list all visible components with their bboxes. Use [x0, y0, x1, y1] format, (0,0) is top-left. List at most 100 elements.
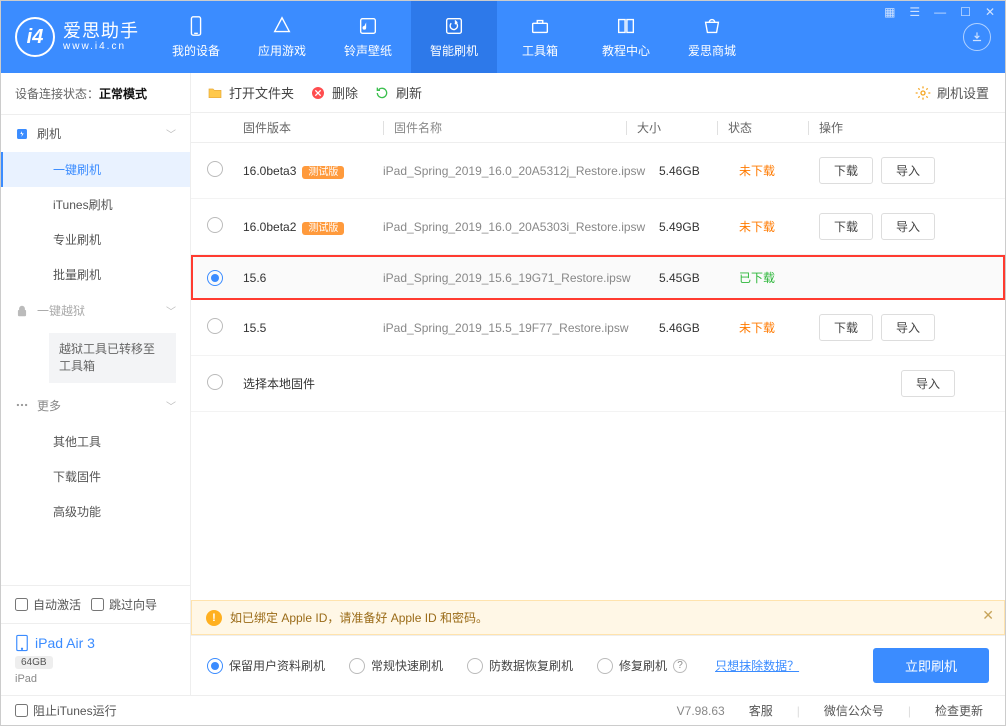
- toolbar: 打开文件夹 删除 刷新 刷机设置: [191, 73, 1005, 113]
- firmware-row[interactable]: 16.0beta3测试版iPad_Spring_2019_16.0_20A531…: [191, 143, 1005, 199]
- nav-apps[interactable]: 应用游戏: [239, 1, 325, 73]
- col-size: 大小: [637, 119, 717, 136]
- win-minimize-icon[interactable]: —: [932, 5, 948, 19]
- radio-icon[interactable]: [207, 217, 223, 233]
- download-button[interactable]: 下载: [819, 157, 873, 184]
- sidebar-item-batch-flash[interactable]: 批量刷机: [1, 257, 190, 292]
- import-button[interactable]: 导入: [881, 213, 935, 240]
- opt-repair[interactable]: 修复刷机 ?: [597, 657, 687, 674]
- nav-tutorials[interactable]: 教程中心: [583, 1, 669, 73]
- radio-icon: [597, 658, 613, 674]
- import-button[interactable]: 导入: [881, 314, 935, 341]
- firmware-name: iPad_Spring_2019_15.5_19F77_Restore.ipsw: [383, 321, 659, 335]
- firmware-version: 16.0beta2测试版: [243, 219, 383, 234]
- app-name: 爱思助手: [63, 22, 139, 42]
- radio-icon[interactable]: [207, 270, 223, 286]
- delete-icon: [310, 85, 326, 101]
- jailbreak-note[interactable]: 越狱工具已转移至工具箱: [49, 333, 176, 383]
- download-button[interactable]: 下载: [819, 314, 873, 341]
- settings-label: 刷机设置: [937, 83, 989, 102]
- firmware-name: iPad_Spring_2019_15.6_19G71_Restore.ipsw: [383, 271, 659, 285]
- nav-toolbox[interactable]: 工具箱: [497, 1, 583, 73]
- device-info[interactable]: iPad Air 3 64GB iPad: [1, 623, 190, 695]
- auto-activate-checkbox[interactable]: 自动激活: [15, 596, 81, 613]
- opt-normal[interactable]: 常规快速刷机: [349, 657, 443, 674]
- auto-activate-label: 自动激活: [33, 596, 81, 613]
- help-icon[interactable]: ?: [673, 659, 687, 673]
- firmware-size: 5.46GB: [659, 164, 739, 178]
- logo[interactable]: i4 爱思助手 www.i4.cn: [1, 1, 153, 73]
- radio-icon[interactable]: [207, 374, 223, 390]
- sidebar-item-one-click-flash[interactable]: 一键刷机: [1, 152, 190, 187]
- erase-data-link[interactable]: 只想抹除数据？: [715, 657, 799, 674]
- win-grid-icon[interactable]: ▦: [882, 5, 897, 19]
- chevron-down-icon: ﹀: [166, 398, 176, 413]
- nav-my-device[interactable]: 我的设备: [153, 1, 239, 73]
- import-button[interactable]: 导入: [881, 157, 935, 184]
- logo-icon: i4: [15, 17, 55, 57]
- more-icon: [15, 398, 29, 412]
- header: ▦ ☰ — ☐ ✕ i4 爱思助手 www.i4.cn 我的设备 应用游戏: [1, 1, 1005, 73]
- toolbox-icon: [529, 15, 551, 37]
- device-icon: [185, 15, 207, 37]
- flash-group-icon: [15, 127, 29, 141]
- table-header: 固件版本 固件名称 大小 状态 操作: [191, 113, 1005, 143]
- firmware-status: 已下载: [739, 269, 819, 286]
- app-url: www.i4.cn: [63, 41, 139, 52]
- firmware-actions: 下载导入: [819, 157, 989, 184]
- import-button[interactable]: 导入: [901, 370, 955, 397]
- opt-keep-data[interactable]: 保留用户资料刷机: [207, 657, 325, 674]
- nav-ringtones[interactable]: 铃声壁纸: [325, 1, 411, 73]
- sidebar-group-flash[interactable]: 刷机 ﹀: [1, 115, 190, 152]
- win-maximize-icon[interactable]: ☐: [958, 5, 973, 19]
- sidebar-group-more[interactable]: 更多 ﹀: [1, 387, 190, 424]
- sidebar-item-advanced[interactable]: 高级功能: [1, 494, 190, 529]
- opt-label: 常规快速刷机: [371, 657, 443, 674]
- local-firmware-label: 选择本地固件: [243, 375, 383, 392]
- firmware-row[interactable]: 15.6iPad_Spring_2019_15.6_19G71_Restore.…: [191, 255, 1005, 300]
- close-icon[interactable]: ✕: [982, 607, 994, 624]
- refresh-icon: [374, 85, 390, 101]
- firmware-row[interactable]: 16.0beta2测试版iPad_Spring_2019_16.0_20A530…: [191, 199, 1005, 255]
- radio-icon[interactable]: [207, 318, 223, 334]
- skip-guide-checkbox[interactable]: 跳过向导: [91, 596, 157, 613]
- download-button[interactable]: 下载: [819, 213, 873, 240]
- delete-button[interactable]: 删除: [310, 83, 358, 102]
- radio-icon[interactable]: [207, 161, 223, 177]
- device-state-label: 设备连接状态：: [15, 87, 99, 101]
- firmware-status: 未下载: [739, 162, 819, 179]
- footer-service[interactable]: 客服: [741, 702, 781, 719]
- firmware-row[interactable]: 15.5iPad_Spring_2019_15.5_19F77_Restore.…: [191, 300, 1005, 356]
- footer-wechat[interactable]: 微信公众号: [816, 702, 892, 719]
- group-title: 刷机: [37, 125, 61, 142]
- sidebar-item-other-tools[interactable]: 其他工具: [1, 424, 190, 459]
- music-icon: [357, 15, 379, 37]
- refresh-button[interactable]: 刷新: [374, 83, 422, 102]
- sidebar-item-pro-flash[interactable]: 专业刷机: [1, 222, 190, 257]
- flash-options-bar: 保留用户资料刷机 常规快速刷机 防数据恢复刷机 修复刷机 ? 只想抹除数据？ 立…: [191, 635, 1005, 695]
- lock-icon: [15, 304, 29, 318]
- nav-store[interactable]: 爱思商城: [669, 1, 755, 73]
- group-title: 一键越狱: [37, 302, 85, 319]
- win-menu-icon[interactable]: ☰: [907, 5, 922, 19]
- firmware-size: 5.49GB: [659, 220, 739, 234]
- download-indicator-icon[interactable]: [963, 23, 991, 51]
- open-folder-button[interactable]: 打开文件夹: [207, 83, 294, 102]
- win-close-icon[interactable]: ✕: [983, 5, 997, 19]
- open-label: 打开文件夹: [229, 83, 294, 102]
- firmware-row-local[interactable]: 选择本地固件 导入: [191, 356, 1005, 412]
- opt-label: 保留用户资料刷机: [229, 657, 325, 674]
- footer-check-update[interactable]: 检查更新: [927, 702, 991, 719]
- window-controls: ▦ ☰ — ☐ ✕: [882, 5, 997, 19]
- flash-now-button[interactable]: 立即刷机: [873, 648, 989, 683]
- firmware-version: 15.6: [243, 271, 383, 285]
- block-itunes-checkbox[interactable]: 阻止iTunes运行: [15, 702, 117, 719]
- sidebar-item-download-firmware[interactable]: 下载固件: [1, 459, 190, 494]
- nav-label: 爱思商城: [688, 42, 736, 59]
- flash-settings-button[interactable]: 刷机设置: [915, 83, 989, 102]
- firmware-status: 未下载: [739, 218, 819, 235]
- sidebar-item-itunes-flash[interactable]: iTunes刷机: [1, 187, 190, 222]
- opt-label: 修复刷机: [619, 657, 667, 674]
- opt-anti-recovery[interactable]: 防数据恢复刷机: [467, 657, 573, 674]
- nav-smart-flash[interactable]: 智能刷机: [411, 1, 497, 73]
